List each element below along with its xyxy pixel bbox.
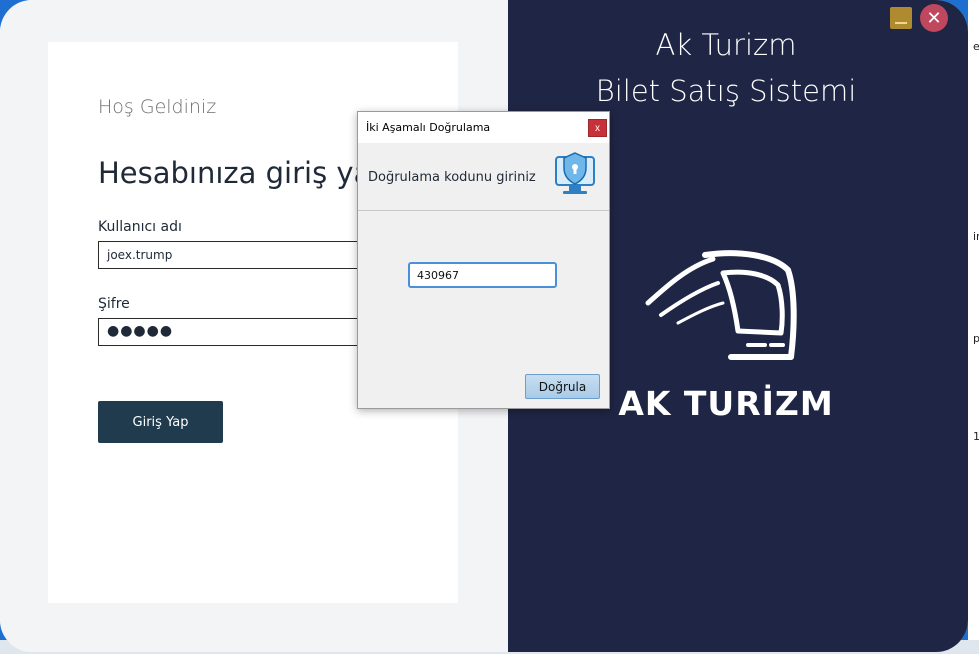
password-label: Şifre xyxy=(98,296,130,312)
bus-icon xyxy=(645,250,797,360)
login-button[interactable]: Giriş Yap xyxy=(98,401,223,443)
verify-button[interactable]: Doğrula xyxy=(525,374,600,399)
shield-monitor-icon xyxy=(555,152,595,194)
dialog-header: Doğrulama kodunu giriniz xyxy=(358,143,609,211)
dialog-titlebar: İki Aşamalı Doğrulama x xyxy=(358,112,609,143)
dialog-title: İki Aşamalı Doğrulama xyxy=(366,121,491,134)
username-label: Kullanıcı adı xyxy=(98,219,182,235)
minimize-icon[interactable] xyxy=(890,7,912,29)
verification-code-input[interactable]: 430967 xyxy=(408,262,557,288)
login-heading: Hesabınıza giriş yap xyxy=(98,156,390,190)
welcome-text: Hoş Geldiniz xyxy=(98,96,217,118)
dialog-prompt: Doğrulama kodunu giriniz xyxy=(368,170,536,185)
desktop-background: e ir p 1( xyxy=(968,0,979,654)
brand-title-line1: Ak Turizm xyxy=(655,28,797,62)
dialog-close-icon[interactable]: x xyxy=(588,119,607,137)
two-factor-dialog: İki Aşamalı Doğrulama x Doğrulama kodunu… xyxy=(357,111,610,409)
brand-title-line2: Bilet Satış Sistemi xyxy=(595,74,857,108)
